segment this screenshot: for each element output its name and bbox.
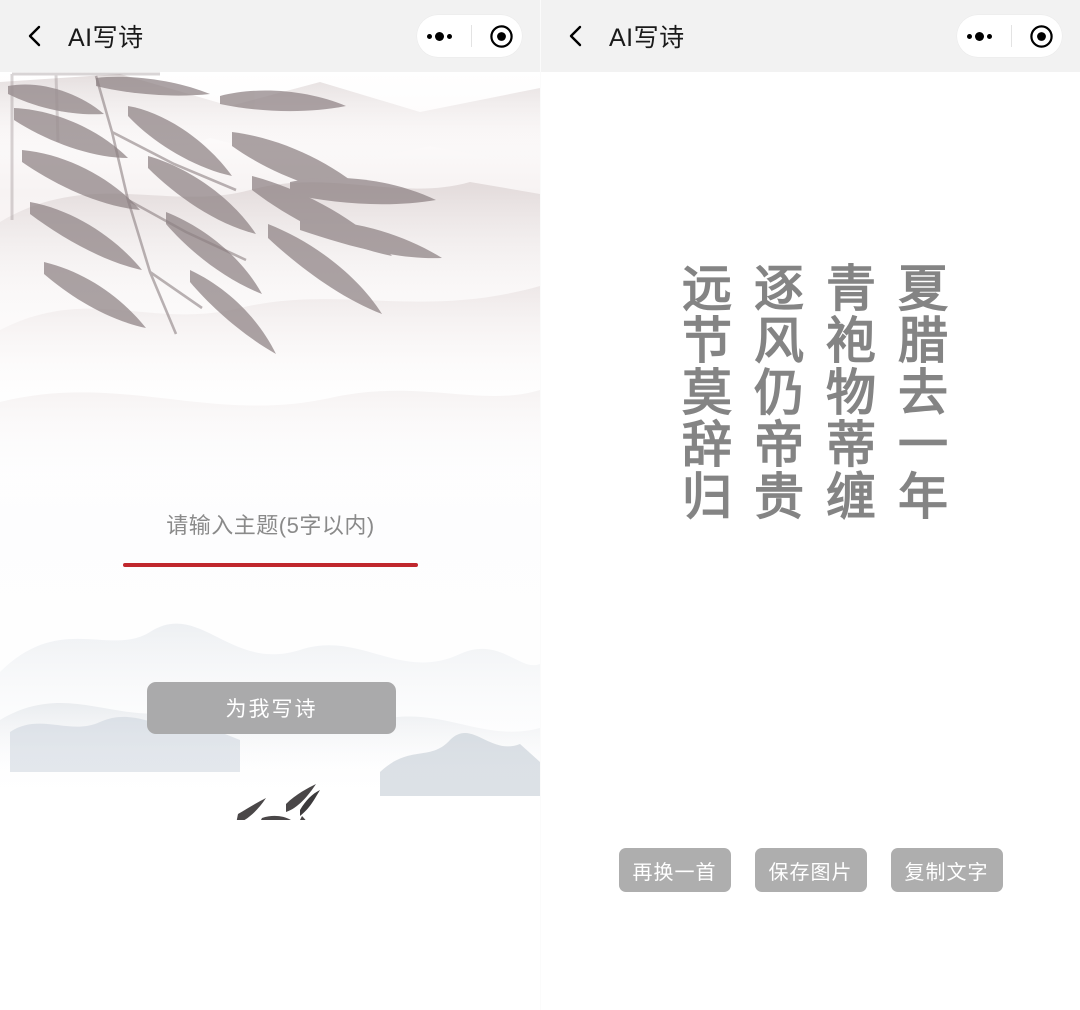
ink-landscape-artwork: 请输入主题(5字以内) 为我写诗 [0,72,540,820]
capsule-divider [470,25,472,47]
more-dots-icon[interactable] [425,31,454,41]
poem-line: 夏腊去一年 [891,262,947,522]
input-underline [123,563,418,567]
copy-text-button[interactable]: 复制文字 [890,848,1003,892]
right-screen: AI写诗 夏腊去一年 青袍物蒂缠 逐风仍帝贵 远节莫辞归 再换一首 保存图片 复… [540,0,1080,1010]
topic-input-block: 请输入主题(5字以内) [123,509,418,567]
navbar-right: AI写诗 [541,0,1080,72]
save-image-button[interactable]: 保存图片 [754,848,867,892]
topic-input[interactable]: 请输入主题(5字以内) [123,509,418,543]
regenerate-poem-button[interactable]: 再换一首 [618,848,731,892]
poem-canvas: 夏腊去一年 青袍物蒂缠 逐风仍帝贵 远节莫辞归 [541,72,1080,842]
poem-line: 青袍物蒂缠 [819,262,875,522]
write-poem-button[interactable]: 为我写诗 [147,682,396,734]
poem-actions: 再换一首 保存图片 复制文字 [541,848,1080,892]
capsule-divider [1010,25,1012,47]
page-title: AI写诗 [68,24,144,52]
page-title: AI写诗 [609,24,685,52]
target-circle-icon[interactable] [1029,24,1054,49]
navbar-left: AI写诗 [0,0,540,72]
dual-screen-container: AI写诗 请输入主题(5字以内) 为我写诗 AI写诗 夏腊去一年 青袍物蒂缠 逐… [0,0,1080,1010]
poem-line: 远节莫辞归 [675,262,731,522]
mini-program-capsule [957,15,1062,57]
poem-line: 逐风仍帝贵 [747,262,803,522]
back-icon[interactable] [22,23,48,49]
target-circle-icon[interactable] [489,24,514,49]
more-dots-icon[interactable] [965,31,994,41]
back-icon[interactable] [563,23,589,49]
mini-program-capsule [417,15,522,57]
left-screen: AI写诗 请输入主题(5字以内) 为我写诗 [0,0,540,1010]
poem-vertical-text: 夏腊去一年 青袍物蒂缠 逐风仍帝贵 远节莫辞归 [541,262,1080,522]
